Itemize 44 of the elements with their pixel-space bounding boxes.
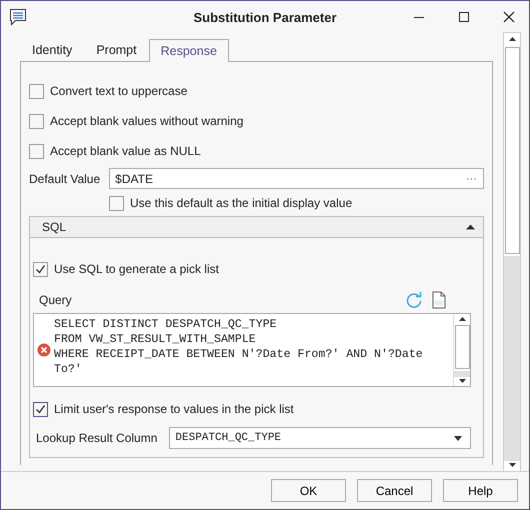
scroll-up-icon[interactable] <box>458 317 466 321</box>
query-text: SELECT DISTINCT DESPATCH_QC_TYPE FROM VW_ST_RESULT_WITH_SAMPLE WHERE RECEIPT_DATE BETWEEN N'?Date From?' AND N'?Date To?' <box>54 317 424 378</box>
checkbox[interactable] <box>109 196 124 210</box>
scroll-down-icon[interactable] <box>458 379 466 383</box>
tab[interactable]: Prompt <box>84 38 149 61</box>
scroll-up-icon[interactable] <box>508 37 516 41</box>
default-value-field[interactable]: $DATE ··· <box>109 168 484 189</box>
scroll-thumb[interactable] <box>454 325 470 369</box>
section-title: SQL <box>42 220 66 234</box>
checkbox-label: Use SQL to generate a pick list <box>54 262 219 276</box>
browse-button[interactable]: ··· <box>466 172 477 184</box>
field-label: Default Value <box>29 172 100 186</box>
scroll-track[interactable] <box>454 371 470 377</box>
scroll-thumb[interactable] <box>504 47 520 254</box>
lookup-column-dropdown[interactable]: DESPATCH_QC_TYPE <box>169 427 471 449</box>
checkbox-label: Convert text to uppercase <box>50 84 188 98</box>
checkbox-label: Accept blank value as NULL <box>50 144 201 158</box>
dialog-button[interactable]: OK <box>271 479 346 502</box>
checkbox-label: Limit user's response to values in the pick list <box>54 402 294 416</box>
scrollbar[interactable] <box>503 32 521 472</box>
close-icon[interactable] <box>503 11 515 23</box>
checkbox[interactable] <box>33 402 48 416</box>
sql-file-icon[interactable] <box>431 291 447 309</box>
dialog-button[interactable]: Cancel <box>357 479 432 502</box>
query-editor[interactable]: SELECT DISTINCT DESPATCH_QC_TYPE FROM VW_ST_RESULT_WITH_SAMPLE WHERE RECEIPT_DATE BETWEEN N'?Date From?' AND N'?Date To?' <box>33 313 471 387</box>
scroll-down-icon[interactable] <box>508 463 516 467</box>
checkbox[interactable] <box>29 114 44 128</box>
checkbox[interactable] <box>33 262 48 276</box>
field-label: Lookup Result Column <box>36 431 158 445</box>
checkbox-label: Accept blank values without warning <box>50 114 244 128</box>
maximize-icon[interactable] <box>458 11 470 23</box>
checkbox-label: Use this default as the initial display value <box>130 196 352 210</box>
dropdown-caret-icon <box>454 436 462 440</box>
collapse-icon[interactable] <box>466 224 475 230</box>
tab[interactable]: Response <box>148 39 229 62</box>
window-title: Substitution Parameter <box>193 10 337 24</box>
message-icon <box>9 8 27 26</box>
checkbox[interactable] <box>29 84 44 98</box>
dialog-button[interactable]: Help <box>443 479 518 502</box>
query-label: Query <box>39 293 72 307</box>
checkbox[interactable] <box>29 144 44 158</box>
sql-header[interactable]: SQL <box>30 217 483 238</box>
tab[interactable]: Identity <box>20 38 84 61</box>
scrollbar[interactable] <box>453 314 470 386</box>
